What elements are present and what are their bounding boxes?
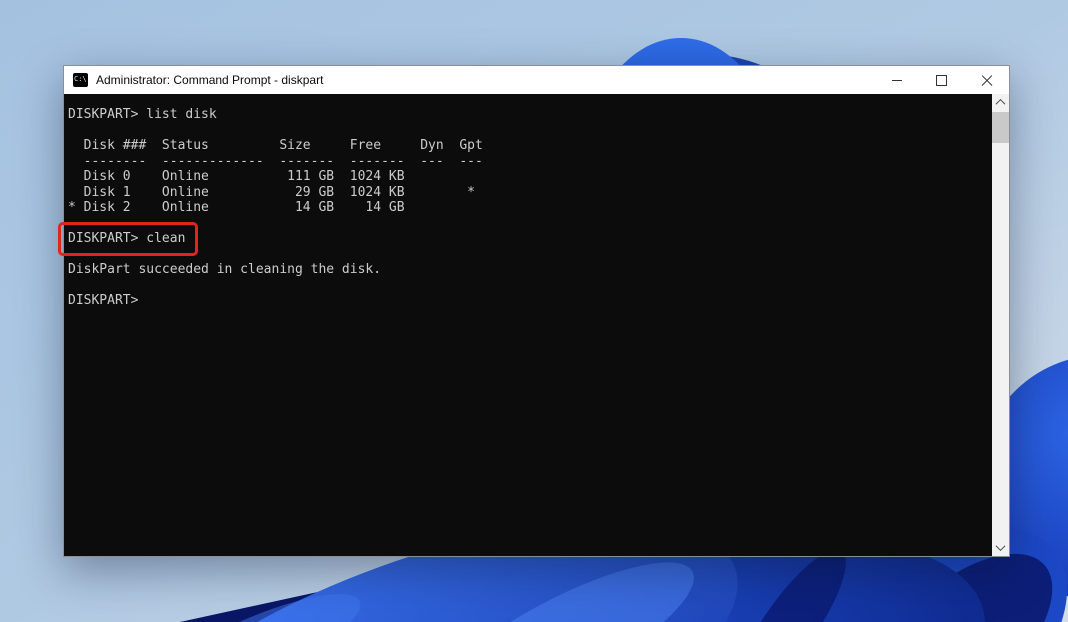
maximize-button[interactable] bbox=[919, 66, 964, 94]
clean-command-highlight-box bbox=[58, 222, 198, 256]
window-title: Administrator: Command Prompt - diskpart bbox=[96, 73, 324, 87]
minimize-icon bbox=[891, 79, 902, 81]
window-controls bbox=[874, 66, 1009, 94]
window-titlebar[interactable]: C:\ Administrator: Command Prompt - disk… bbox=[64, 66, 1009, 94]
chevron-down-icon bbox=[995, 541, 1006, 552]
terminal-output: DISKPART> list disk Disk ### Status Size… bbox=[68, 107, 483, 308]
scroll-down-button[interactable] bbox=[992, 539, 1009, 556]
scrollbar-thumb[interactable] bbox=[992, 112, 1009, 143]
close-icon bbox=[981, 74, 993, 86]
terminal-area[interactable]: DISKPART> list disk Disk ### Status Size… bbox=[64, 94, 1009, 556]
maximize-icon bbox=[936, 74, 947, 86]
close-button[interactable] bbox=[964, 66, 1009, 94]
scroll-up-button[interactable] bbox=[992, 94, 1009, 111]
minimize-button[interactable] bbox=[874, 66, 919, 94]
vertical-scrollbar[interactable] bbox=[992, 94, 1009, 556]
command-prompt-window: C:\ Administrator: Command Prompt - disk… bbox=[63, 65, 1010, 557]
chevron-up-icon bbox=[995, 98, 1006, 109]
desktop: { "desktop": { "background_top_color": "… bbox=[0, 0, 1068, 622]
cmd-icon: C:\ bbox=[73, 73, 88, 87]
